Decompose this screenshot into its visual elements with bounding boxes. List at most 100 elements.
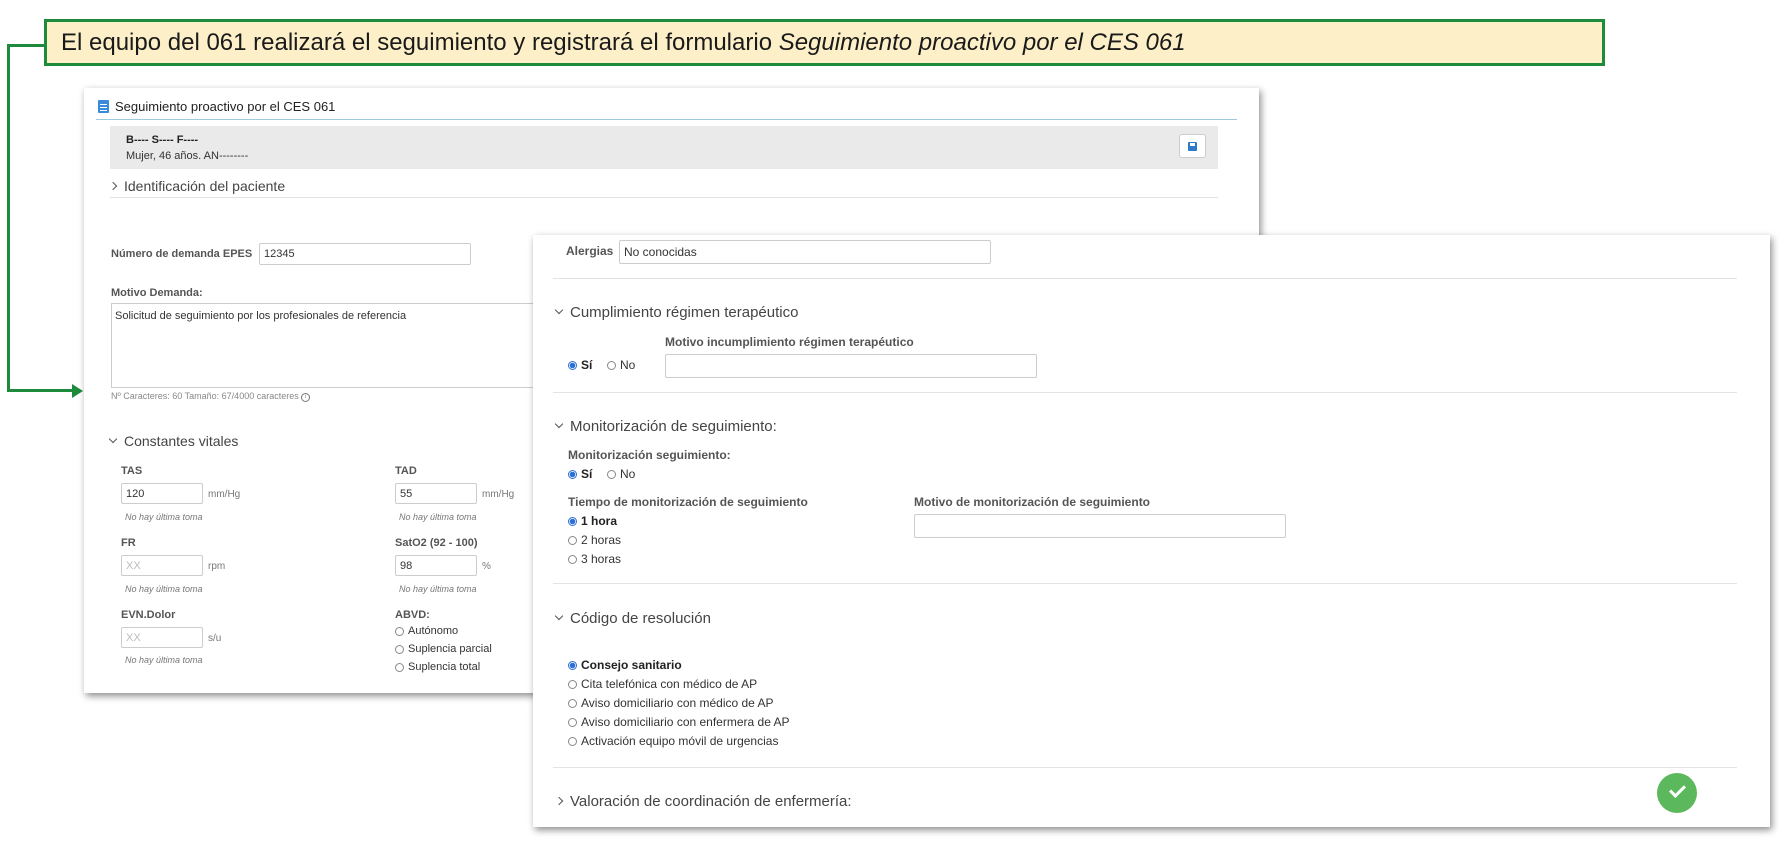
cumplimiento-no-radio[interactable]: No (607, 358, 635, 372)
tiempo-option[interactable]: 2 horas (568, 533, 621, 547)
radio-icon (395, 662, 404, 672)
epes-label: Número de demanda EPES (111, 248, 253, 260)
patient-name: B---- S---- F---- (126, 134, 199, 146)
banner-form-name: Seguimiento proactivo por el CES 061 (778, 29, 1186, 56)
radio-icon (607, 469, 616, 479)
abvd-label: ABVD: (395, 609, 430, 621)
radio-icon (568, 698, 577, 708)
chevron-down-icon (554, 305, 564, 315)
motivo-label: Motivo Demanda: (111, 287, 203, 299)
floppy-disk-icon (1188, 142, 1197, 151)
resolucion-option[interactable]: Activación equipo móvil de urgencias (568, 734, 778, 748)
tiempo-option[interactable]: 1 hora (568, 514, 617, 528)
radio-icon (568, 717, 577, 727)
radio-icon (607, 360, 616, 370)
connector-line (7, 44, 44, 47)
char-count: Nº Caracteres: 60 Tamaño: 67/4000 caract… (111, 391, 310, 402)
chevron-right-icon (108, 181, 118, 191)
confirm-button[interactable] (1657, 773, 1697, 813)
section-constantes[interactable]: Constantes vitales (108, 433, 238, 449)
tad-input[interactable]: 55 (395, 483, 477, 504)
monitorizacion-no-radio[interactable]: No (607, 467, 635, 481)
evn-unit: s/u (208, 633, 222, 644)
divider (553, 583, 1737, 584)
check-icon (1669, 781, 1686, 798)
chevron-right-icon (554, 796, 564, 806)
motivo-incumplimiento-label: Motivo incumplimiento régimen terapéutic… (665, 335, 914, 349)
radio-icon (568, 360, 577, 370)
tiempo-label: Tiempo de monitorización de seguimiento (568, 495, 808, 509)
radio-icon (568, 554, 577, 564)
motivo-textarea[interactable]: Solicitud de seguimiento por los profesi… (111, 303, 541, 388)
connector-line (7, 389, 75, 392)
motivo-incumplimiento-input[interactable] (665, 354, 1037, 378)
radio-icon (568, 469, 577, 479)
cumplimiento-yes-radio[interactable]: Sí (568, 358, 592, 372)
evn-label: EVN.Dolor (121, 609, 176, 621)
evn-note: No hay última toma (125, 655, 203, 665)
sato2-input[interactable]: 98 (395, 555, 477, 576)
section-identificacion[interactable]: Identificación del paciente (108, 178, 285, 194)
tas-label: TAS (121, 465, 143, 477)
instruction-banner: El equipo del 061 realizará el seguimien… (44, 19, 1605, 66)
tas-unit: mm/Hg (208, 489, 241, 500)
radio-icon (395, 626, 404, 636)
radio-icon (568, 516, 577, 526)
section-resolucion[interactable]: Código de resolución (554, 610, 711, 627)
radio-icon (568, 679, 577, 689)
save-button[interactable] (1179, 134, 1206, 158)
radio-icon (395, 644, 404, 654)
chevron-down-icon (554, 419, 564, 429)
evn-input[interactable]: XX (121, 627, 203, 648)
divider (553, 767, 1737, 768)
form-title: Seguimiento proactivo por el CES 061 (115, 99, 336, 114)
tiempo-option[interactable]: 3 horas (568, 552, 621, 566)
section-monitorizacion[interactable]: Monitorización de seguimiento: (554, 418, 777, 435)
info-icon: i (300, 393, 310, 402)
arrow-icon (72, 384, 83, 398)
divider (553, 392, 1737, 393)
connector-line (7, 44, 10, 392)
form-panel-detail: Alergias No conocidas Cumplimiento régim… (533, 235, 1770, 827)
abvd-option[interactable]: Suplencia total (395, 661, 480, 673)
chevron-down-icon (554, 611, 564, 621)
tas-note: No hay última toma (125, 512, 203, 522)
fr-label: FR (121, 537, 136, 549)
patient-header: B---- S---- F---- Mujer, 46 años. AN----… (110, 126, 1218, 169)
fr-unit: rpm (208, 561, 226, 572)
resolucion-option[interactable]: Aviso domiciliario con médico de AP (568, 696, 774, 710)
radio-icon (568, 535, 577, 545)
section-valoracion[interactable]: Valoración de coordinación de enfermería… (554, 793, 852, 810)
divider (110, 197, 1218, 198)
divider (553, 278, 1737, 279)
form-title-bar: Seguimiento proactivo por el CES 061 (96, 95, 1237, 120)
fr-input[interactable]: XX (121, 555, 203, 576)
resolucion-option[interactable]: Consejo sanitario (568, 658, 682, 672)
fr-note: No hay última toma (125, 584, 203, 594)
epes-input[interactable]: 12345 (259, 243, 471, 265)
tad-label: TAD (395, 465, 417, 477)
monitorizacion-label: Monitorización seguimiento: (568, 448, 731, 462)
alergias-input[interactable]: No conocidas (619, 240, 991, 264)
abvd-option[interactable]: Suplencia parcial (395, 643, 492, 655)
resolucion-option[interactable]: Aviso domiciliario con enfermera de AP (568, 715, 790, 729)
radio-icon (568, 736, 577, 746)
alergias-label: Alergias (566, 244, 614, 258)
radio-icon (568, 660, 577, 670)
sato2-unit: % (482, 561, 491, 572)
banner-text: El equipo del 061 realizará el seguimien… (61, 29, 779, 56)
clipboard-icon (98, 100, 109, 113)
monitorizacion-yes-radio[interactable]: Sí (568, 467, 592, 481)
tas-input[interactable]: 120 (121, 483, 203, 504)
resolucion-option[interactable]: Cita telefónica con médico de AP (568, 677, 757, 691)
chevron-down-icon (108, 434, 118, 444)
sato2-note: No hay última toma (399, 584, 477, 594)
tad-unit: mm/Hg (482, 489, 515, 500)
tad-note: No hay última toma (399, 512, 477, 522)
patient-info: Mujer, 46 años. AN-------- (126, 150, 249, 162)
motivo-monitorizacion-input[interactable] (914, 514, 1286, 538)
sato2-label: SatO2 (92 - 100) (395, 537, 478, 549)
abvd-option[interactable]: Autónomo (395, 625, 458, 637)
motivo-monitorizacion-label: Motivo de monitorización de seguimiento (914, 495, 1151, 509)
section-cumplimiento[interactable]: Cumplimiento régimen terapéutico (554, 304, 798, 321)
